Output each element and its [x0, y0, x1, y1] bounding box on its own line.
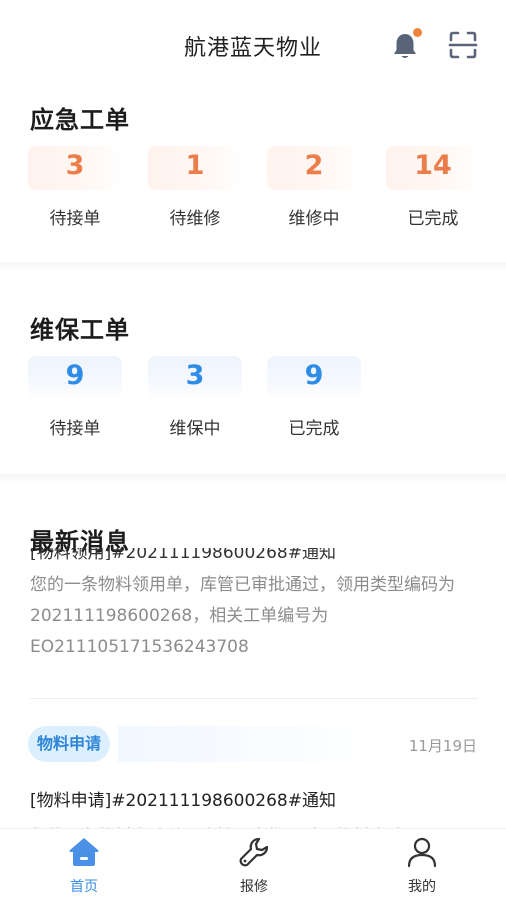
tag-highlight — [118, 726, 388, 762]
stat-count: 9 — [65, 360, 85, 391]
stat-count: 1 — [185, 150, 205, 181]
notification-dot — [413, 28, 422, 37]
stat-label: 维修中 — [288, 209, 340, 229]
tab-mine[interactable]: 我的 — [372, 829, 472, 900]
maintenance-section-title: 维保工单 — [30, 316, 130, 344]
wrench-icon — [239, 837, 269, 867]
stat-count: 9 — [304, 360, 324, 391]
message-divider — [30, 698, 478, 699]
scan-icon[interactable] — [447, 29, 479, 61]
bottom-tab-bar: 首页 报修 我的 — [0, 828, 506, 900]
section-divider — [0, 474, 506, 484]
stat-label: 已完成 — [288, 419, 340, 439]
stat-label: 待接单 — [49, 209, 101, 229]
stat-label: 维保中 — [169, 419, 221, 439]
tab-repair[interactable]: 报修 — [204, 829, 304, 900]
tab-home[interactable]: 首页 — [34, 829, 134, 900]
stat-count: 3 — [185, 360, 205, 391]
stat-count: 14 — [414, 150, 452, 181]
tab-label: 首页 — [70, 879, 98, 895]
message-category-tag: 物料申请 — [28, 726, 111, 762]
stat-count: 2 — [304, 150, 324, 181]
message-body[interactable]: 您的一条物料领用单，库管已审批通过，领用类型编码为202111198600268… — [30, 570, 480, 663]
app-header: 航港蓝天物业 — [0, 0, 506, 92]
section-divider — [0, 262, 506, 272]
message-title[interactable]: [物料申请]#202111198600268#通知 — [30, 786, 336, 811]
tab-label: 我的 — [408, 879, 436, 895]
message-title-partial[interactable]: [物料领用]#202111198600268#通知 — [30, 548, 480, 560]
user-icon — [407, 837, 437, 868]
stat-label: 已完成 — [407, 209, 459, 229]
emergency-section-title: 应急工单 — [30, 106, 130, 134]
tab-label: 报修 — [240, 879, 268, 895]
stat-label: 待接单 — [49, 419, 101, 439]
stat-label: 待维修 — [169, 209, 221, 229]
app-title: 航港蓝天物业 — [183, 36, 322, 61]
message-date: 11月19日 — [408, 737, 477, 755]
home-icon — [69, 838, 99, 866]
stat-count: 3 — [65, 150, 85, 181]
